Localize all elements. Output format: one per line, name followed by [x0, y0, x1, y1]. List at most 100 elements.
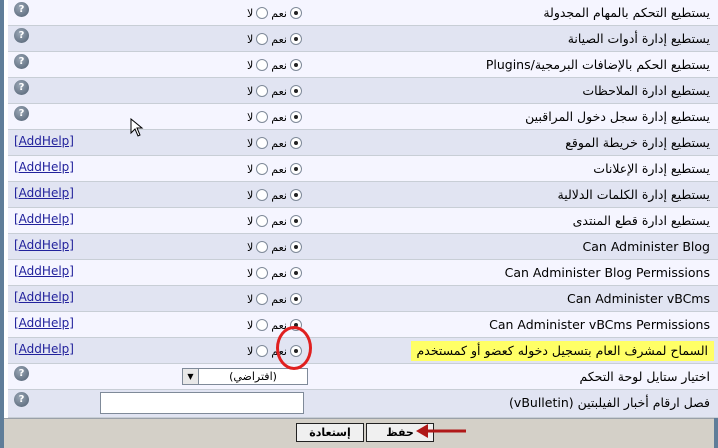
permission-row: [AddHelp] لا نعم Can Administer Blog Permis…	[8, 260, 718, 286]
no-radio[interactable]	[256, 215, 269, 227]
no-label: لا	[247, 266, 254, 280]
no-radio[interactable]	[256, 33, 269, 45]
no-label: لا	[247, 136, 254, 150]
no-radio[interactable]	[256, 293, 269, 305]
yes-radio[interactable]	[289, 85, 302, 97]
yes-no-options: لا نعم	[244, 26, 308, 52]
no-label: لا	[247, 84, 254, 98]
no-radio[interactable]	[256, 111, 269, 123]
yes-no-options: لا نعم	[244, 0, 308, 26]
permission-label: يستطيع التحكم بالمهام المجدولة	[543, 5, 710, 20]
yes-no-options: لا نعم	[244, 234, 308, 260]
chevron-down-icon[interactable]: ▼	[183, 369, 199, 384]
add-help-link[interactable]: [AddHelp]	[14, 130, 74, 152]
yes-radio[interactable]	[289, 241, 302, 253]
yes-label: نعم	[271, 292, 287, 306]
yes-label: نعم	[271, 240, 287, 254]
permission-label: Can Administer Blog Permissions	[504, 265, 710, 280]
yes-radio[interactable]	[289, 163, 302, 175]
permission-label: يستطيع ادارة قطع المنتدى	[572, 213, 710, 228]
add-help-link[interactable]: [AddHelp]	[14, 208, 74, 230]
permission-row: ? لا نعم يستطيع إدارة سجل دخول المراقبين	[8, 104, 718, 130]
no-label: لا	[247, 292, 254, 306]
no-radio[interactable]	[256, 85, 269, 97]
add-help-link[interactable]: [AddHelp]	[14, 286, 74, 308]
permission-row: [AddHelp] لا نعم يستطيع إدارة الكلمات الدلا…	[8, 182, 718, 208]
no-label: لا	[247, 6, 254, 20]
add-help-link[interactable]: [AddHelp]	[14, 234, 74, 256]
news-input[interactable]	[100, 392, 304, 414]
no-radio[interactable]	[256, 241, 269, 253]
add-help-link[interactable]: [AddHelp]	[14, 312, 74, 334]
add-help-link[interactable]: [AddHelp]	[14, 156, 74, 178]
yes-no-options: لا نعم	[244, 208, 308, 234]
help-icon[interactable]: ?	[14, 54, 29, 69]
no-radio[interactable]	[256, 189, 269, 201]
yes-radio[interactable]	[289, 111, 302, 123]
permission-row: ? لا نعم يستطيع إدارة أدوات الصيانة	[8, 26, 718, 52]
yes-radio[interactable]	[289, 137, 302, 149]
permission-label: يستطيع إدارة الكلمات الدلالية	[557, 187, 710, 202]
yes-radio[interactable]	[289, 59, 302, 71]
add-help-link[interactable]: [AddHelp]	[14, 260, 74, 282]
permission-row: [AddHelp] لا نعم يستطيع إدارة الإعلانات	[8, 156, 718, 182]
yes-radio[interactable]	[289, 33, 302, 45]
no-label: لا	[247, 188, 254, 202]
no-radio[interactable]	[256, 345, 269, 357]
no-label: لا	[247, 318, 254, 332]
yes-no-options: لا نعم	[244, 156, 308, 182]
permission-row: [AddHelp] لا نعم Can Administer vBCms Permi…	[8, 312, 718, 338]
permission-label: يستطيع إدارة خريطة الموقع	[565, 135, 710, 150]
annotation-arrow-icon	[416, 424, 466, 438]
help-icon[interactable]: ?	[14, 80, 29, 95]
news-row: ? فصل ارقام أخبار الفيلبتين (vBulletin)	[8, 390, 718, 418]
permission-row: [AddHelp] لا نعم السماح لمشرف العام بتسجيل …	[8, 338, 718, 364]
permission-row: ? لا نعم يستطيع ادارة الملاحظات	[8, 78, 718, 104]
permissions-panel: ? لا نعم يستطيع التحكم بالمهام المجدولة? لا ن…	[0, 0, 718, 448]
add-help-link[interactable]: [AddHelp]	[14, 338, 74, 360]
yes-label: نعم	[271, 266, 287, 280]
no-radio[interactable]	[256, 137, 269, 149]
no-radio[interactable]	[256, 59, 269, 71]
help-icon[interactable]: ?	[14, 106, 29, 121]
yes-radio[interactable]	[289, 293, 302, 305]
permission-row: [AddHelp] لا نعم Can Administer Blog	[8, 234, 718, 260]
help-icon[interactable]: ?	[14, 28, 29, 43]
yes-no-options: لا نعم	[244, 130, 308, 156]
no-label: لا	[247, 110, 254, 124]
style-select[interactable]: ▼ (افتراضي)	[182, 368, 308, 385]
permission-label: يستطيع ادارة الملاحظات	[582, 83, 710, 98]
yes-radio[interactable]	[289, 215, 302, 227]
yes-label: نعم	[271, 58, 287, 72]
style-row-label: اختيار ستايل لوحة التحكم	[579, 369, 710, 384]
yes-no-options: لا نعم	[244, 182, 308, 208]
no-label: لا	[247, 214, 254, 228]
permission-label: السماح لمشرف العام بتسجيل دخوله كعضو أو …	[410, 341, 714, 361]
no-radio[interactable]	[256, 163, 269, 175]
no-label: لا	[247, 58, 254, 72]
no-radio[interactable]	[256, 7, 269, 19]
yes-radio[interactable]	[289, 7, 302, 19]
yes-label: نعم	[271, 136, 287, 150]
help-icon[interactable]: ?	[14, 392, 29, 407]
permission-label: Can Administer Blog	[582, 239, 710, 254]
yes-label: نعم	[271, 188, 287, 202]
no-radio[interactable]	[256, 319, 269, 331]
yes-no-options: لا نعم	[244, 52, 308, 78]
permission-label: يستطيع الحكم بالإضافات البرمجية/Plugins	[485, 57, 710, 72]
permission-row: [AddHelp] لا نعم يستطيع إدارة خريطة الموقع	[8, 130, 718, 156]
help-icon[interactable]: ?	[14, 366, 29, 381]
add-help-link[interactable]: [AddHelp]	[14, 182, 74, 204]
yes-label: نعم	[271, 214, 287, 228]
help-icon[interactable]: ?	[14, 2, 29, 17]
permission-label: Can Administer vBCms Permissions	[489, 317, 710, 332]
no-label: لا	[247, 32, 254, 46]
yes-label: نعم	[271, 32, 287, 46]
yes-label: نعم	[271, 162, 287, 176]
reset-button[interactable]: إستعادة	[296, 423, 364, 442]
yes-radio[interactable]	[289, 267, 302, 279]
no-radio[interactable]	[256, 267, 269, 279]
yes-no-options: لا نعم	[244, 104, 308, 130]
yes-radio[interactable]	[289, 189, 302, 201]
permission-label: يستطيع إدارة سجل دخول المراقبين	[525, 109, 710, 124]
